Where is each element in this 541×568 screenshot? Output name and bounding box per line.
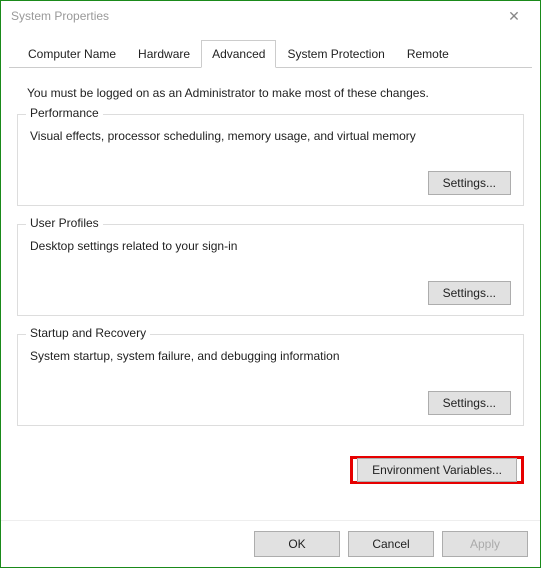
tab-panel-advanced: You must be logged on as an Administrato… bbox=[1, 68, 540, 450]
group-performance-desc: Visual effects, processor scheduling, me… bbox=[30, 129, 511, 143]
group-startup-recovery-desc: System startup, system failure, and debu… bbox=[30, 349, 511, 363]
env-row: Environment Variables... bbox=[1, 450, 540, 498]
group-user-profiles-label: User Profiles bbox=[26, 216, 103, 230]
close-icon[interactable]: ✕ bbox=[494, 8, 534, 25]
group-user-profiles-actions: Settings... bbox=[30, 281, 511, 305]
environment-variables-button[interactable]: Environment Variables... bbox=[357, 458, 517, 482]
group-user-profiles: User Profiles Desktop settings related t… bbox=[17, 224, 524, 316]
window-title: System Properties bbox=[11, 9, 494, 23]
group-performance: Performance Visual effects, processor sc… bbox=[17, 114, 524, 206]
cancel-button[interactable]: Cancel bbox=[348, 531, 434, 557]
tab-hardware[interactable]: Hardware bbox=[127, 40, 201, 67]
tab-advanced[interactable]: Advanced bbox=[201, 40, 276, 68]
titlebar: System Properties ✕ bbox=[1, 1, 540, 31]
dialog-actions: OK Cancel Apply bbox=[1, 520, 540, 567]
group-startup-recovery: Startup and Recovery System startup, sys… bbox=[17, 334, 524, 426]
env-highlight-frame: Environment Variables... bbox=[350, 456, 524, 484]
group-startup-recovery-label: Startup and Recovery bbox=[26, 326, 150, 340]
tabstrip: Computer Name Hardware Advanced System P… bbox=[9, 39, 532, 68]
group-performance-actions: Settings... bbox=[30, 171, 511, 195]
apply-button[interactable]: Apply bbox=[442, 531, 528, 557]
startup-recovery-settings-button[interactable]: Settings... bbox=[428, 391, 511, 415]
ok-button[interactable]: OK bbox=[254, 531, 340, 557]
group-user-profiles-desc: Desktop settings related to your sign-in bbox=[30, 239, 511, 253]
group-startup-recovery-actions: Settings... bbox=[30, 391, 511, 415]
tab-system-protection[interactable]: System Protection bbox=[276, 40, 395, 67]
performance-settings-button[interactable]: Settings... bbox=[428, 171, 511, 195]
tab-computer-name[interactable]: Computer Name bbox=[17, 40, 127, 67]
user-profiles-settings-button[interactable]: Settings... bbox=[428, 281, 511, 305]
intro-text: You must be logged on as an Administrato… bbox=[27, 86, 520, 100]
group-performance-label: Performance bbox=[26, 106, 103, 120]
tab-remote[interactable]: Remote bbox=[396, 40, 460, 67]
